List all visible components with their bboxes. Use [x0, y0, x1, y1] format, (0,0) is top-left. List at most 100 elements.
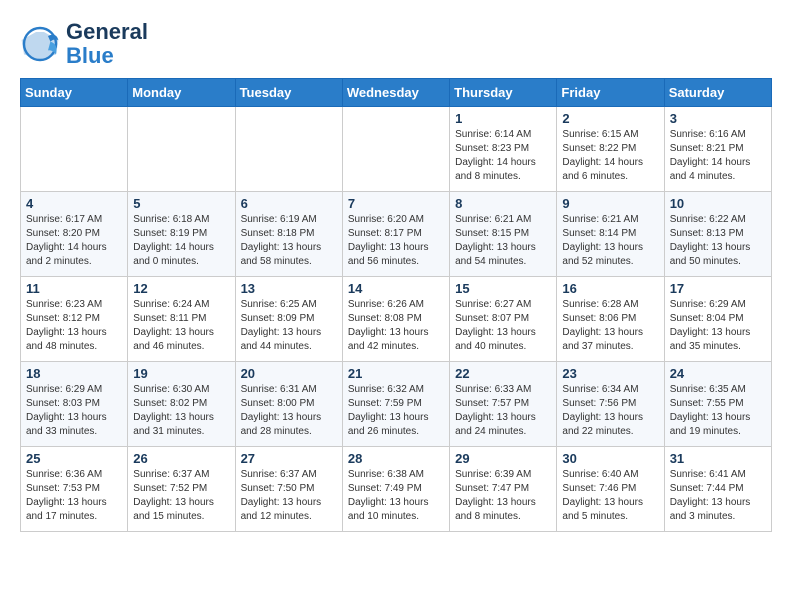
calendar-cell: 6 Sunrise: 6:19 AM Sunset: 8:18 PM Daylig… — [235, 192, 342, 277]
calendar-cell: 29 Sunrise: 6:39 AM Sunset: 7:47 PM Dayli… — [450, 447, 557, 532]
weekday-header: Wednesday — [342, 79, 449, 107]
day-number: 28 — [348, 451, 444, 466]
day-number: 31 — [670, 451, 766, 466]
calendar-cell: 24 Sunrise: 6:35 AM Sunset: 7:55 PM Dayli… — [664, 362, 771, 447]
calendar-table: SundayMondayTuesdayWednesdayThursdayFrid… — [20, 78, 772, 532]
day-number: 7 — [348, 196, 444, 211]
calendar-week-row: 11 Sunrise: 6:23 AM Sunset: 8:12 PM Dayli… — [21, 277, 772, 362]
day-info: Sunrise: 6:27 AM Sunset: 8:07 PM Dayligh… — [455, 298, 551, 354]
day-info: Sunrise: 6:29 AM Sunset: 8:04 PM Dayligh… — [670, 298, 766, 354]
day-info: Sunrise: 6:35 AM Sunset: 7:55 PM Dayligh… — [670, 383, 766, 439]
day-info: Sunrise: 6:14 AM Sunset: 8:23 PM Dayligh… — [455, 128, 551, 184]
calendar-cell: 28 Sunrise: 6:38 AM Sunset: 7:49 PM Dayli… — [342, 447, 449, 532]
day-info: Sunrise: 6:38 AM Sunset: 7:49 PM Dayligh… — [348, 468, 444, 524]
calendar-cell — [342, 107, 449, 192]
calendar-cell: 22Sunrise: 6:33 AM Sunset: 7:57 PM Dayli… — [450, 362, 557, 447]
calendar-cell — [21, 107, 128, 192]
weekday-header: Tuesday — [235, 79, 342, 107]
day-info: Sunrise: 6:29 AM Sunset: 8:03 PM Dayligh… — [26, 383, 122, 439]
day-number: 13 — [241, 281, 337, 296]
day-info: Sunrise: 6:16 AM Sunset: 8:21 PM Dayligh… — [670, 128, 766, 184]
day-info: Sunrise: 6:41 AM Sunset: 7:44 PM Dayligh… — [670, 468, 766, 524]
calendar-cell: 12 Sunrise: 6:24 AM Sunset: 8:11 PM Dayli… — [128, 277, 235, 362]
day-number: 3 — [670, 111, 766, 126]
calendar-cell: 19 Sunrise: 6:30 AM Sunset: 8:02 PM Dayli… — [128, 362, 235, 447]
calendar-cell: 2 Sunrise: 6:15 AM Sunset: 8:22 PM Daylig… — [557, 107, 664, 192]
day-number: 14 — [348, 281, 444, 296]
day-number: 10 — [670, 196, 766, 211]
weekday-header: Friday — [557, 79, 664, 107]
day-number: 4 — [26, 196, 122, 211]
page-header: General Blue — [20, 20, 772, 68]
day-info: Sunrise: 6:18 AM Sunset: 8:19 PM Dayligh… — [133, 213, 229, 269]
calendar-cell: 14 Sunrise: 6:26 AM Sunset: 8:08 PM Dayli… — [342, 277, 449, 362]
day-number: 2 — [562, 111, 658, 126]
day-info: Sunrise: 6:26 AM Sunset: 8:08 PM Dayligh… — [348, 298, 444, 354]
calendar-cell: 27Sunrise: 6:37 AM Sunset: 7:50 PM Dayli… — [235, 447, 342, 532]
calendar-cell: 31 Sunrise: 6:41 AM Sunset: 7:44 PM Dayli… — [664, 447, 771, 532]
calendar-cell: 7 Sunrise: 6:20 AM Sunset: 8:17 PM Daylig… — [342, 192, 449, 277]
calendar-week-row: 4 Sunrise: 6:17 AM Sunset: 8:20 PM Daylig… — [21, 192, 772, 277]
day-info: Sunrise: 6:40 AM Sunset: 7:46 PM Dayligh… — [562, 468, 658, 524]
day-info: Sunrise: 6:21 AM Sunset: 8:14 PM Dayligh… — [562, 213, 658, 269]
day-number: 1 — [455, 111, 551, 126]
day-info: Sunrise: 6:32 AM Sunset: 7:59 PM Dayligh… — [348, 383, 444, 439]
day-number: 12 — [133, 281, 229, 296]
day-info: Sunrise: 6:25 AM Sunset: 8:09 PM Dayligh… — [241, 298, 337, 354]
calendar-cell: 9 Sunrise: 6:21 AM Sunset: 8:14 PM Daylig… — [557, 192, 664, 277]
calendar-cell: 18 Sunrise: 6:29 AM Sunset: 8:03 PM Dayli… — [21, 362, 128, 447]
day-info: Sunrise: 6:24 AM Sunset: 8:11 PM Dayligh… — [133, 298, 229, 354]
day-number: 18 — [26, 366, 122, 381]
weekday-header: Saturday — [664, 79, 771, 107]
calendar-cell: 30 Sunrise: 6:40 AM Sunset: 7:46 PM Dayli… — [557, 447, 664, 532]
day-info: Sunrise: 6:33 AM Sunset: 7:57 PM Dayligh… — [455, 383, 551, 439]
day-number: 30 — [562, 451, 658, 466]
day-info: Sunrise: 6:21 AM Sunset: 8:15 PM Dayligh… — [455, 213, 551, 269]
day-number: 11 — [26, 281, 122, 296]
calendar-week-row: 18 Sunrise: 6:29 AM Sunset: 8:03 PM Dayli… — [21, 362, 772, 447]
day-info: Sunrise: 6:19 AM Sunset: 8:18 PM Dayligh… — [241, 213, 337, 269]
weekday-header: Thursday — [450, 79, 557, 107]
calendar-cell: 10Sunrise: 6:22 AM Sunset: 8:13 PM Dayli… — [664, 192, 771, 277]
day-info: Sunrise: 6:39 AM Sunset: 7:47 PM Dayligh… — [455, 468, 551, 524]
calendar-cell: 11 Sunrise: 6:23 AM Sunset: 8:12 PM Dayli… — [21, 277, 128, 362]
calendar-cell: 5 Sunrise: 6:18 AM Sunset: 8:19 PM Daylig… — [128, 192, 235, 277]
calendar-cell: 16 Sunrise: 6:28 AM Sunset: 8:06 PM Dayli… — [557, 277, 664, 362]
day-number: 24 — [670, 366, 766, 381]
day-info: Sunrise: 6:23 AM Sunset: 8:12 PM Dayligh… — [26, 298, 122, 354]
day-info: Sunrise: 6:20 AM Sunset: 8:17 PM Dayligh… — [348, 213, 444, 269]
day-number: 19 — [133, 366, 229, 381]
calendar-cell: 21 Sunrise: 6:32 AM Sunset: 7:59 PM Dayli… — [342, 362, 449, 447]
day-number: 21 — [348, 366, 444, 381]
day-number: 20 — [241, 366, 337, 381]
day-number: 8 — [455, 196, 551, 211]
logo-icon — [20, 24, 60, 64]
day-number: 29 — [455, 451, 551, 466]
logo-text: General Blue — [66, 20, 148, 68]
day-info: Sunrise: 6:34 AM Sunset: 7:56 PM Dayligh… — [562, 383, 658, 439]
day-number: 26 — [133, 451, 229, 466]
day-number: 16 — [562, 281, 658, 296]
calendar-cell: 13 Sunrise: 6:25 AM Sunset: 8:09 PM Dayli… — [235, 277, 342, 362]
day-number: 17 — [670, 281, 766, 296]
weekday-header-row: SundayMondayTuesdayWednesdayThursdayFrid… — [21, 79, 772, 107]
calendar-cell — [235, 107, 342, 192]
day-info: Sunrise: 6:15 AM Sunset: 8:22 PM Dayligh… — [562, 128, 658, 184]
calendar-week-row: 1 Sunrise: 6:14 AM Sunset: 8:23 PM Daylig… — [21, 107, 772, 192]
day-info: Sunrise: 6:28 AM Sunset: 8:06 PM Dayligh… — [562, 298, 658, 354]
day-info: Sunrise: 6:17 AM Sunset: 8:20 PM Dayligh… — [26, 213, 122, 269]
calendar-cell: 26 Sunrise: 6:37 AM Sunset: 7:52 PM Dayli… — [128, 447, 235, 532]
calendar-cell: 20Sunrise: 6:31 AM Sunset: 8:00 PM Dayli… — [235, 362, 342, 447]
day-number: 15 — [455, 281, 551, 296]
day-number: 9 — [562, 196, 658, 211]
day-number: 6 — [241, 196, 337, 211]
day-info: Sunrise: 6:36 AM Sunset: 7:53 PM Dayligh… — [26, 468, 122, 524]
day-info: Sunrise: 6:30 AM Sunset: 8:02 PM Dayligh… — [133, 383, 229, 439]
calendar-cell: 23 Sunrise: 6:34 AM Sunset: 7:56 PM Dayli… — [557, 362, 664, 447]
day-number: 5 — [133, 196, 229, 211]
day-info: Sunrise: 6:37 AM Sunset: 7:50 PM Dayligh… — [241, 468, 337, 524]
weekday-header: Monday — [128, 79, 235, 107]
calendar-cell: 17 Sunrise: 6:29 AM Sunset: 8:04 PM Dayli… — [664, 277, 771, 362]
day-number: 23 — [562, 366, 658, 381]
day-info: Sunrise: 6:37 AM Sunset: 7:52 PM Dayligh… — [133, 468, 229, 524]
